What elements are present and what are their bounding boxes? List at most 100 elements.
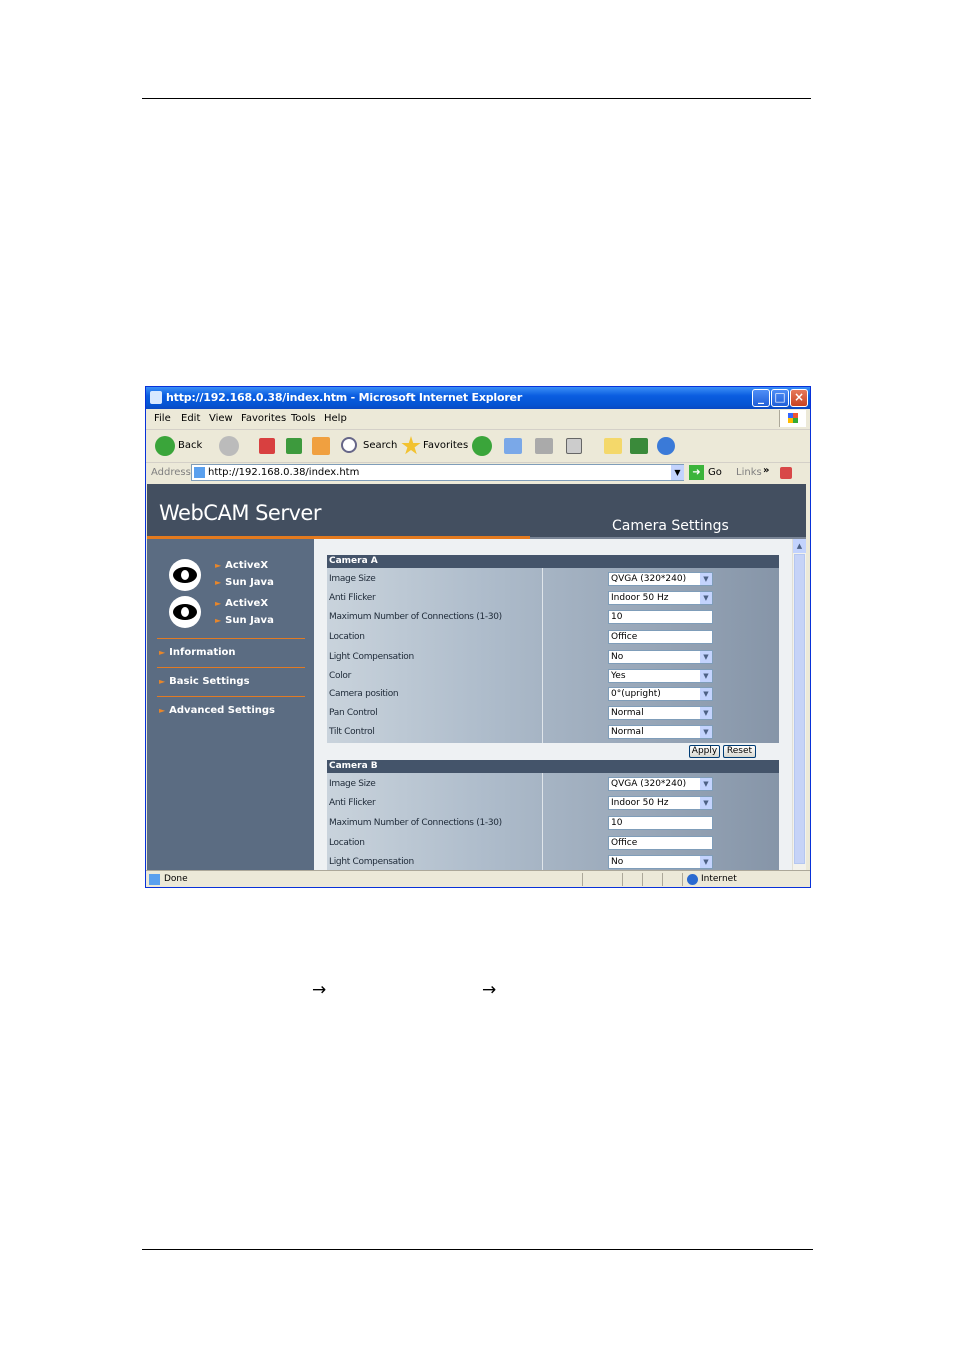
favorites-star-icon[interactable] (401, 436, 421, 455)
stop-icon[interactable] (259, 438, 275, 454)
chevron-down-icon: ▼ (700, 778, 712, 790)
row-label: Pan Control (329, 708, 378, 718)
status-divider (682, 873, 683, 886)
footer-rule (142, 1249, 813, 1250)
favorites-label[interactable]: Favorites (423, 440, 468, 451)
image-size-select-b[interactable]: QVGA (320*240) ▼ (608, 777, 713, 791)
forward-icon[interactable] (219, 436, 239, 456)
chevron-down-icon: ▼ (700, 726, 712, 738)
search-label[interactable]: Search (363, 440, 397, 451)
edit-icon[interactable] (566, 438, 582, 454)
max-connections-input-b[interactable]: 10 (608, 816, 713, 830)
apply-button[interactable]: Apply (689, 745, 720, 758)
light-compensation-select[interactable]: No ▼ (608, 650, 713, 664)
row-label: Anti Flicker (329, 798, 376, 808)
minimize-button[interactable]: _ (752, 389, 770, 407)
page-icon (194, 467, 205, 478)
go-label[interactable]: Go (708, 467, 722, 478)
sidebar-item-advanced-settings[interactable]: ► Advanced Settings (159, 705, 275, 716)
search-icon[interactable] (341, 437, 357, 453)
links-label[interactable]: Links (736, 467, 762, 478)
address-bar: Address http://192.168.0.38/index.htm ▼ … (146, 463, 810, 484)
chevron-down-icon: ▼ (700, 688, 712, 700)
sidebar-activex-2[interactable]: ► ActiveX (215, 598, 268, 609)
back-icon[interactable] (155, 436, 175, 456)
camera-position-select[interactable]: 0°(upright) ▼ (608, 687, 713, 701)
anti-flicker-select-b[interactable]: Indoor 50 Hz ▼ (608, 796, 713, 810)
snagit-icon[interactable] (780, 467, 792, 479)
status-bar: Done Internet (146, 870, 810, 887)
brand-title: WebCAM Server (159, 501, 321, 525)
row-label: Image Size (329, 779, 376, 789)
address-label: Address (151, 467, 191, 478)
tilt-control-select[interactable]: Normal ▼ (608, 725, 713, 739)
sidebar-java-1[interactable]: ► Sun Java (215, 577, 274, 588)
menu-view[interactable]: View (209, 413, 233, 424)
close-button[interactable]: × (790, 389, 808, 407)
menu-favorites[interactable]: Favorites (241, 413, 286, 424)
chevron-down-icon: ▼ (700, 592, 712, 604)
discuss-icon[interactable] (604, 438, 622, 454)
status-divider (642, 873, 643, 886)
research-icon[interactable] (630, 438, 648, 454)
chevron-down-icon: ▼ (700, 651, 712, 663)
status-text: Done (164, 874, 188, 884)
anti-flicker-select[interactable]: Indoor 50 Hz ▼ (608, 591, 713, 605)
row-label: Camera position (329, 689, 399, 699)
scroll-up-icon[interactable]: ▲ (793, 539, 806, 553)
light-compensation-select-b[interactable]: No ▼ (608, 855, 713, 869)
status-divider (582, 873, 583, 886)
chevron-down-icon: ▼ (700, 707, 712, 719)
maximize-button[interactable]: □ (771, 389, 789, 407)
menu-file[interactable]: File (154, 413, 171, 424)
color-select[interactable]: Yes ▼ (608, 669, 713, 683)
browser-window: http://192.168.0.38/index.htm - Microsof… (145, 386, 811, 888)
pan-control-select[interactable]: Normal ▼ (608, 706, 713, 720)
arrow-icon: → (482, 980, 497, 1000)
row-label: Location (329, 838, 365, 848)
links-chevron-icon[interactable]: » (763, 465, 769, 476)
back-label[interactable]: Back (178, 440, 202, 451)
history-icon[interactable] (472, 436, 492, 456)
sidebar: ► ActiveX ► Sun Java ► ActiveX ► Sun Java ► I… (147, 539, 314, 870)
sidebar-item-information[interactable]: ► Information (159, 647, 236, 658)
messenger-icon[interactable] (657, 437, 675, 455)
chevron-down-icon: ▼ (700, 797, 712, 809)
reset-button[interactable]: Reset (723, 745, 756, 758)
sidebar-divider (157, 696, 305, 697)
mail-icon[interactable] (504, 438, 522, 454)
location-input[interactable]: Office (608, 630, 713, 644)
page-subtitle: Camera Settings (612, 518, 729, 534)
status-divider (662, 873, 663, 886)
menu-help[interactable]: Help (324, 413, 347, 424)
sidebar-activex-1[interactable]: ► ActiveX (215, 560, 268, 571)
menu-tools[interactable]: Tools (291, 413, 316, 424)
menu-edit[interactable]: Edit (181, 413, 200, 424)
vertical-scrollbar[interactable]: ▲ (792, 539, 806, 870)
max-connections-input[interactable]: 10 (608, 610, 713, 624)
menu-bar: File Edit View Favorites Tools Help (146, 409, 810, 430)
camera-eye-icon (169, 559, 201, 591)
page-done-icon (149, 874, 160, 885)
scroll-thumb[interactable] (794, 554, 805, 864)
row-label: Image Size (329, 574, 376, 584)
location-input-b[interactable]: Office (608, 836, 713, 850)
address-value: http://192.168.0.38/index.htm (208, 467, 360, 478)
sidebar-item-basic-settings[interactable]: ► Basic Settings (159, 676, 250, 687)
camera-a-header: Camera A (327, 555, 779, 568)
image-size-select[interactable]: QVGA (320*240) ▼ (608, 572, 713, 586)
page-header: WebCAM Server Camera Settings (147, 484, 806, 539)
sidebar-java-2[interactable]: ► Sun Java (215, 615, 274, 626)
window-title: http://192.168.0.38/index.htm - Microsof… (166, 391, 523, 404)
home-icon[interactable] (312, 437, 330, 455)
ie-icon (150, 391, 162, 404)
row-label: Color (329, 671, 351, 681)
refresh-icon[interactable] (286, 438, 302, 454)
address-input[interactable]: http://192.168.0.38/index.htm (191, 464, 684, 481)
toolbar: Back Search Favorites (146, 430, 810, 463)
chevron-down-icon: ▼ (700, 670, 712, 682)
page-content: WebCAM Server Camera Settings ► ActiveX ►… (147, 484, 806, 870)
print-icon[interactable] (535, 438, 553, 454)
chevron-down-icon[interactable]: ▼ (671, 465, 684, 480)
go-arrow-icon[interactable]: ➜ (689, 465, 704, 480)
